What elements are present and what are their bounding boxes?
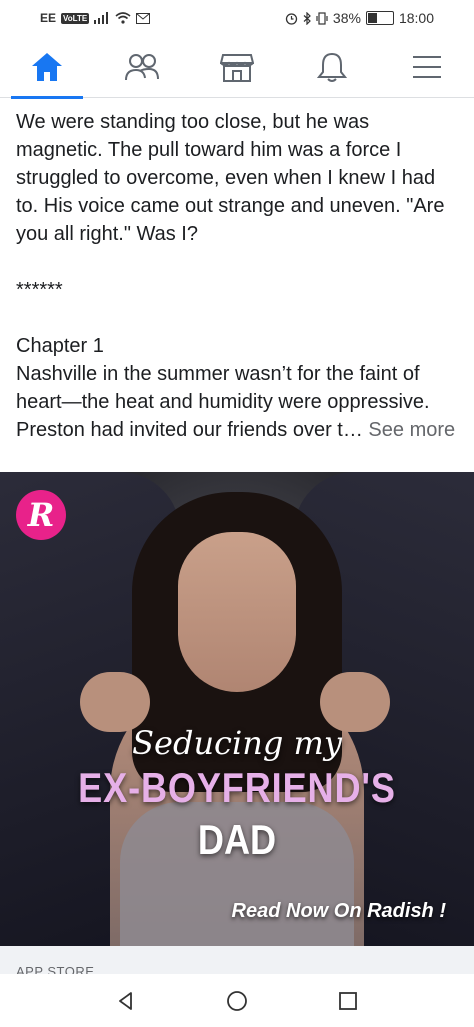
status-right: 38% 18:00: [285, 10, 434, 26]
nav-notifications-tab[interactable]: [292, 36, 372, 98]
recents-button[interactable]: [328, 981, 368, 1021]
system-nav-bar: [0, 974, 474, 1027]
app-store-strip[interactable]: APP STORE: [0, 946, 474, 974]
nav-menu-tab[interactable]: [387, 36, 467, 98]
post-paragraph: Nashville in the summer wasn’t for the f…: [16, 360, 456, 444]
clock: 18:00: [398, 10, 434, 26]
top-nav-bar: [0, 36, 474, 99]
ad-cta: Read Now On Radish !: [231, 900, 446, 922]
recents-icon: [339, 991, 358, 1010]
chapter-heading: Chapter 1: [16, 335, 104, 357]
carrier-label: EE: [40, 11, 57, 25]
radish-logo: R: [16, 490, 66, 540]
status-bar: EE VoLTE 38% 18:00: [0, 0, 474, 36]
see-more-link[interactable]: See more: [368, 419, 455, 441]
back-icon: [118, 991, 132, 1010]
nav-friends-tab[interactable]: [102, 36, 182, 98]
volte-badge: VoLTE: [61, 12, 90, 24]
marketplace-icon: [219, 53, 254, 82]
vibrate-icon: [316, 11, 328, 25]
menu-icon: [412, 55, 441, 78]
back-button[interactable]: [106, 981, 146, 1021]
ad-title-line: EX-BOYFRIEND'S: [78, 764, 396, 811]
mail-icon: [136, 12, 151, 24]
wifi-icon: [115, 12, 131, 24]
post-blank-line: [16, 248, 456, 276]
app-store-label: APP STORE: [16, 964, 95, 974]
hand-shape: [80, 672, 150, 732]
nav-home-tab[interactable]: [7, 36, 87, 99]
hand-shape: [320, 672, 390, 732]
battery-percent: 38%: [332, 10, 361, 26]
nav-marketplace-tab[interactable]: [197, 36, 277, 98]
ad-image[interactable]: R Seducing my EX-BOYFRIEND'S DAD Read No…: [0, 472, 474, 946]
post-blank-line: [16, 304, 456, 332]
home-icon: [32, 52, 63, 81]
battery-icon: [365, 11, 394, 25]
status-left: EE VoLTE: [40, 11, 151, 25]
post-paragraph: We were standing too close, but he was m…: [16, 111, 445, 245]
post-separator: ******: [16, 279, 63, 301]
bell-icon: [316, 52, 347, 82]
home-circle-icon: [227, 990, 247, 1011]
alarm-icon: [285, 12, 298, 25]
ad-title-line: DAD: [197, 816, 277, 863]
bluetooth-icon: [303, 11, 311, 25]
face-shape: [178, 532, 296, 692]
home-button[interactable]: [217, 981, 257, 1021]
friends-icon: [125, 53, 160, 80]
ad-title-line: Seducing my: [132, 724, 342, 762]
signal-icon: [94, 12, 109, 24]
post-text: We were standing too close, but he was m…: [16, 108, 456, 444]
